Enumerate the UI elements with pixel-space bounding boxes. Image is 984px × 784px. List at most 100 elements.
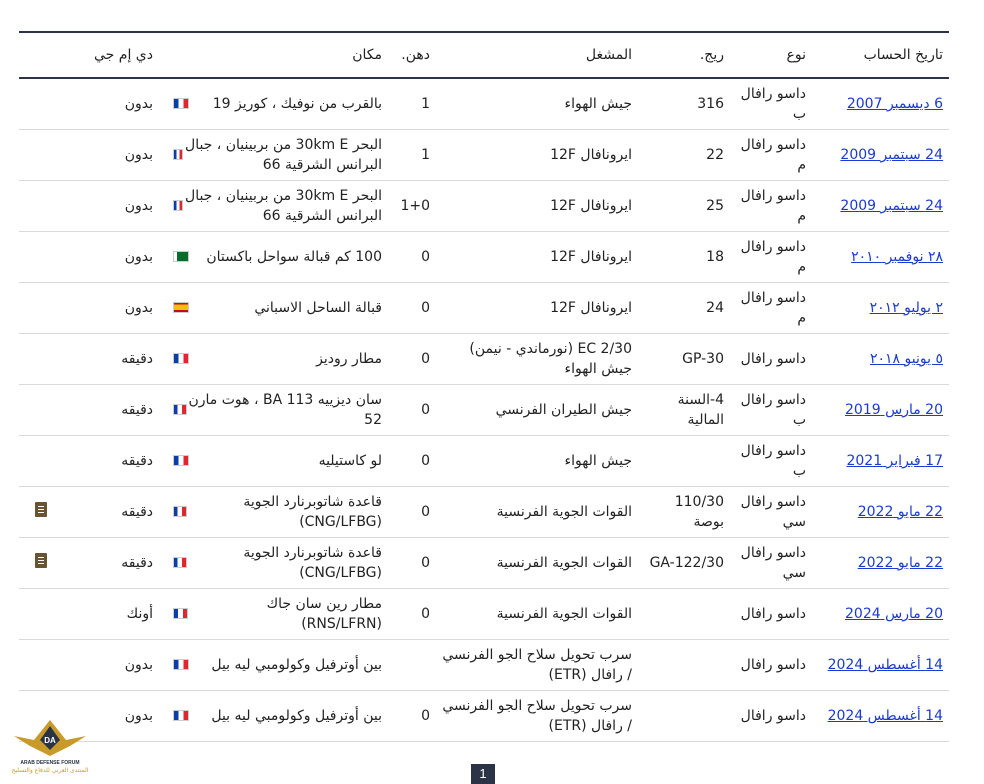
date-link[interactable]: 20 مارس 2024: [845, 606, 943, 622]
table-row[interactable]: 20 مارس 2024 داسو رافال القوات الجوية الفر…: [19, 588, 949, 640]
header-fat[interactable]: دهن.: [388, 32, 436, 78]
cell-operator: جيش الهواء: [436, 435, 638, 487]
cell-dmg: بدون: [63, 282, 159, 334]
cell-operator: ايرونافال 12F: [436, 231, 638, 283]
cell-fat: 0: [388, 486, 436, 538]
svg-text:DA: DA: [44, 736, 56, 745]
table-row[interactable]: 20 مارس 2019 داسو رافال ب 4-السنة المالية ج…: [19, 384, 949, 436]
cell-fat: 0: [388, 690, 436, 742]
cell-date: 20 مارس 2024: [812, 588, 949, 640]
table-row[interactable]: 24 سبتمبر 2009 داسو رافال م 25 ايرونافال 12…: [19, 180, 949, 232]
document-icon[interactable]: [35, 552, 47, 568]
country-flag-icon: [173, 97, 189, 109]
country-flag-icon: [173, 301, 189, 313]
table-row[interactable]: 6 ديسمبر 2007 داسو رافال ب 316 جيش الهواء 1 ب…: [19, 78, 949, 130]
cell-dmg: بدون: [63, 639, 159, 691]
cell-dmg: دقيقه: [63, 333, 159, 385]
country-flag-icon: [173, 607, 189, 619]
cell-doc: [19, 180, 63, 232]
location-text: بين أوترفيل وكولومبي ليه بيل: [211, 708, 382, 724]
cell-reg: [638, 639, 730, 691]
forum-logo: DA ARAB DEFENSE FORUM المنتدى العربي للد…: [4, 712, 96, 778]
cell-fat: 0: [388, 384, 436, 436]
cell-fat: 0: [388, 588, 436, 640]
cell-operator: القوات الجوية الفرنسية: [436, 486, 638, 538]
table-row[interactable]: 14 أغسطس 2024 داسو رافال سرب تحويل سلاح ال…: [19, 639, 949, 691]
cell-reg: 24: [638, 282, 730, 334]
cell-type: داسو رافال: [730, 588, 812, 640]
cell-dmg: دقيقه: [63, 486, 159, 538]
table-row[interactable]: ٢٨ نوفمبر ٢٠١٠ داسو رافال م 18 ايرونافال 12…: [19, 231, 949, 283]
date-link[interactable]: 22 مايو 2022: [858, 504, 943, 520]
cell-operator: ايرونافال 12F: [436, 180, 638, 232]
table-row[interactable]: 17 فبراير 2021 داسو رافال ب جيش الهواء 0 لو …: [19, 435, 949, 487]
header-reg[interactable]: ريج.: [638, 32, 730, 78]
cell-reg: GP-30: [638, 333, 730, 385]
cell-dmg: دقيقه: [63, 384, 159, 436]
header-doc: [19, 32, 63, 78]
country-flag-icon: [173, 199, 183, 211]
date-link[interactable]: ٢ يوليو ٢٠١٢: [870, 300, 943, 316]
pagination-current-page[interactable]: 1: [471, 764, 495, 784]
date-link[interactable]: 14 أغسطس 2024: [828, 708, 943, 724]
date-link[interactable]: 24 سبتمبر 2009: [840, 147, 943, 163]
header-dmg[interactable]: دي إم جي: [63, 32, 159, 78]
table-row[interactable]: ٢ يوليو ٢٠١٢ داسو رافال م 24 ايرونافال 12F 0…: [19, 282, 949, 334]
table-row[interactable]: 22 مايو 2022 داسو رافال سي 110/30 بوصة القو…: [19, 486, 949, 538]
cell-reg: 22: [638, 129, 730, 181]
cell-fat: 1: [388, 129, 436, 181]
cell-fat: 0: [388, 537, 436, 589]
header-operator[interactable]: المشغل: [436, 32, 638, 78]
location-text: البحر 30km E من بربينيان ، جبال البرانس …: [185, 188, 382, 224]
date-link[interactable]: 17 فبراير 2021: [846, 453, 943, 469]
cell-fat: [388, 639, 436, 691]
table-row[interactable]: 22 مايو 2022 داسو رافال سي GA-122/30 القوات…: [19, 537, 949, 589]
cell-location: قاعدة شاتوبرنارد الجوية (CNG/LFBG): [159, 537, 388, 589]
header-date[interactable]: تاريخ الحساب: [812, 32, 949, 78]
date-link[interactable]: 20 مارس 2019: [845, 402, 943, 418]
cell-fat: 1: [388, 78, 436, 130]
cell-fat: 1+0: [388, 180, 436, 232]
cell-doc: [19, 333, 63, 385]
table-header-row: تاريخ الحساب نوع ريج. المشغل دهن. مكان د…: [19, 32, 949, 78]
table-row[interactable]: 14 أغسطس 2024 داسو رافال سرب تحويل سلاح ال…: [19, 690, 949, 742]
date-link[interactable]: ٥ يونيو ٢٠١٨: [870, 351, 943, 367]
date-link[interactable]: 14 أغسطس 2024: [828, 657, 943, 673]
cell-date: ٥ يونيو ٢٠١٨: [812, 333, 949, 385]
cell-type: داسو رافال: [730, 690, 812, 742]
accident-table: تاريخ الحساب نوع ريج. المشغل دهن. مكان د…: [19, 31, 949, 742]
cell-date: 17 فبراير 2021: [812, 435, 949, 487]
header-type[interactable]: نوع: [730, 32, 812, 78]
cell-type: داسو رافال: [730, 639, 812, 691]
location-text: البحر 30km E من بربينيان ، جبال البرانس …: [185, 137, 382, 173]
date-link[interactable]: ٢٨ نوفمبر ٢٠١٠: [851, 249, 943, 265]
cell-type: داسو رافال ب: [730, 78, 812, 130]
logo-text-en: ARAB DEFENSE FORUM: [20, 760, 80, 766]
header-location[interactable]: مكان: [159, 32, 388, 78]
cell-operator: جيش الطيران الفرنسي: [436, 384, 638, 436]
table-row[interactable]: ٥ يونيو ٢٠١٨ داسو رافال GP-30 EC 2/30 (نورم…: [19, 333, 949, 385]
cell-location: قاعدة شاتوبرنارد الجوية (CNG/LFBG): [159, 486, 388, 538]
cell-location: مطار رين سان جاك (RNS/LFRN): [159, 588, 388, 640]
cell-type: داسو رافال م: [730, 231, 812, 283]
country-flag-icon: [173, 709, 189, 721]
date-link[interactable]: 24 سبتمبر 2009: [840, 198, 943, 214]
location-text: قاعدة شاتوبرنارد الجوية (CNG/LFBG): [243, 494, 382, 530]
location-text: مطار روديز: [316, 351, 382, 367]
cell-date: 22 مايو 2022: [812, 537, 949, 589]
cell-fat: 0: [388, 435, 436, 487]
country-flag-icon: [173, 403, 188, 415]
location-text: 100 كم قبالة سواحل باكستان: [206, 249, 382, 265]
cell-dmg: أونك: [63, 588, 159, 640]
date-link[interactable]: 6 ديسمبر 2007: [847, 96, 943, 112]
cell-doc: [19, 435, 63, 487]
document-icon[interactable]: [35, 501, 47, 517]
table-row[interactable]: 24 سبتمبر 2009 داسو رافال م 22 ايرونافال 12…: [19, 129, 949, 181]
cell-reg: 25: [638, 180, 730, 232]
cell-dmg: بدون: [63, 129, 159, 181]
cell-doc: [19, 78, 63, 130]
cell-fat: 0: [388, 282, 436, 334]
cell-date: 20 مارس 2019: [812, 384, 949, 436]
cell-reg: 110/30 بوصة: [638, 486, 730, 538]
date-link[interactable]: 22 مايو 2022: [858, 555, 943, 571]
